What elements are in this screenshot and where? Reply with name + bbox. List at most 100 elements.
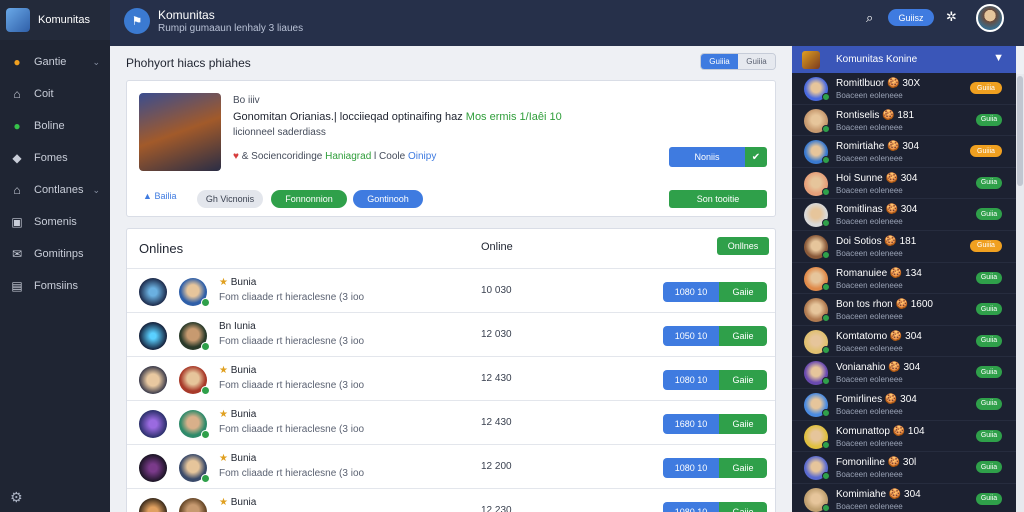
row-secondary-button[interactable]: Gaiie (719, 370, 767, 390)
list-item[interactable]: Romitlbuor 🍪 30X Boaceen eoleneee Guiiia (792, 73, 1016, 105)
table-row[interactable]: Bn Iunia Fom cliaade rt hieraclesne (3 io… (127, 313, 775, 357)
sidebar-brand-label: Komunitas (38, 14, 90, 26)
list-item[interactable]: Doi Sotios 🍪 181 Boaceen eoleneee Guiiia (792, 231, 1016, 263)
list-item[interactable]: Fomirlines 🍪 304 Boaceen eoleneee Guiia (792, 389, 1016, 421)
panel-item-name: Rontiselis 🍪 181 (836, 109, 915, 121)
table-row[interactable]: ★ BuniaFom cliaade rt hieraclesne (3 ioo… (127, 357, 775, 401)
row-secondary-button[interactable]: Gaiie (719, 282, 767, 302)
list-item[interactable]: Rontiselis 🍪 181 Boaceen eoleneee Guiia (792, 105, 1016, 137)
scrollbar-thumb[interactable] (1017, 76, 1023, 186)
featured-cta-button[interactable]: Son tooitie (669, 190, 767, 208)
row-secondary-button[interactable]: Gaiie (719, 502, 767, 512)
sidebar-brand[interactable]: Komunitas (0, 0, 110, 40)
featured-meta-d[interactable]: Oinipy (408, 151, 436, 162)
sidebar-item-5[interactable]: ▣ Somenis (0, 206, 110, 238)
table-row[interactable]: ★ BuniaFom cliaade rt hieraclesne (3 ioo… (127, 401, 775, 445)
panel-item-subtitle: Boaceen eoleneee (836, 122, 903, 132)
table-row[interactable]: ★ BuniaFom cliaade rt hieraclesne (3 ioo… (127, 489, 775, 512)
row-name-text: Bunia (230, 277, 257, 288)
list-item[interactable]: Komunattop 🍪 104 Boaceen eoleneee Guiia (792, 421, 1016, 453)
sidebar-item-4[interactable]: ⌂ Contlanes ⌄ (0, 174, 110, 206)
online-status-dot (201, 430, 210, 439)
chevron-down-icon[interactable]: ▼ (993, 52, 1004, 64)
panel-item-badge[interactable]: Guiia (976, 492, 1002, 505)
panel-item-badge[interactable]: Guiia (976, 334, 1002, 347)
avatar[interactable] (179, 498, 207, 512)
panel-item-badge[interactable]: Guiia (976, 176, 1002, 189)
panel-item-subtitle: Boaceen eoleneee (836, 501, 903, 511)
online-status-dot (201, 474, 210, 483)
list-item[interactable]: Hoi Sunne 🍪 304 Boaceen eoleneee Guiia (792, 168, 1016, 200)
check-icon[interactable]: ✔ (745, 147, 767, 167)
list-item[interactable]: Komimiahe 🍪 304 Boaceen eoleneee Guiia (792, 484, 1016, 512)
panel-item-badge[interactable]: Guiiia (970, 145, 1002, 158)
featured-link[interactable]: ▲ Bailia (143, 191, 176, 201)
row-primary-button[interactable]: 1680 10 (663, 414, 719, 434)
panel-item-badge[interactable]: Guiia (976, 208, 1002, 221)
row-primary-button[interactable]: 1080 10 (663, 502, 719, 512)
table-row[interactable]: ★ BuniaFom cliaade rt hieraclesne (3 ioo… (127, 269, 775, 313)
panel-item-subtitle: Boaceen eoleneee (836, 154, 903, 164)
row-description: Fom cliaade rt hieraclesne (3 ioo (219, 380, 365, 391)
featured-link-label: Bailia (154, 191, 177, 201)
header-button[interactable]: Guiisz (888, 9, 934, 26)
community-panel: Komunitas Konine ▼ Romitlbuor 🍪 30X Boace… (792, 46, 1016, 512)
online-status-dot (822, 472, 830, 481)
featured-headline: Gonomitan Orianias.| locciieqad optinaif… (233, 111, 562, 123)
panel-header[interactable]: Komunitas Konine ▼ (792, 46, 1016, 73)
sidebar-item-6[interactable]: ✉ Gomitinps (0, 238, 110, 270)
list-item[interactable]: Bon tos rhon 🍪 1600 Boaceen eoleneee Guiia (792, 294, 1016, 326)
featured-primary-button[interactable]: Noniis (669, 147, 745, 167)
panel-item-badge[interactable]: Guiiia (970, 82, 1002, 94)
game-icon (139, 410, 167, 438)
segment-second[interactable]: Guiiia (738, 54, 775, 69)
sidebar-item-2[interactable]: ● Boline (0, 110, 110, 142)
pill-gray[interactable]: Gh Vicnonis (197, 190, 263, 208)
sidebar-item-7[interactable]: ▤ Fomsiins (0, 270, 110, 302)
online-status-dot (822, 377, 830, 386)
row-name-text: Bunia (230, 409, 257, 420)
panel-item-badge[interactable]: Guiia (976, 303, 1002, 316)
sidebar-item-0[interactable]: ● Gantie ⌄ (0, 46, 110, 78)
featured-meta-b[interactable]: Haniagrad (325, 151, 371, 162)
table-row[interactable]: ★ BuniaFom cliaade rt hieraclesne (3 ioo… (127, 445, 775, 489)
sidebar-item-1[interactable]: ⌂ Coit (0, 78, 110, 110)
pill-green[interactable]: Fonnonnion (271, 190, 347, 208)
row-actions: 1080 10 Gaiie (663, 458, 767, 478)
pill-blue[interactable]: Gontinooh (353, 190, 423, 208)
sidebar-item-label: Coit (34, 88, 54, 100)
row-primary-button[interactable]: 1080 10 (663, 458, 719, 478)
row-name-text: Bn Iunia (219, 321, 256, 332)
panel-item-subtitle: Boaceen eoleneee (836, 470, 903, 480)
panel-item-badge[interactable]: Guiia (976, 271, 1002, 284)
sidebar-item-3[interactable]: ◆ Fomes (0, 142, 110, 174)
settings-icon[interactable]: ⚙ (10, 489, 23, 506)
list-item[interactable]: Romitlinas 🍪 304 Boaceen eoleneee Guiia (792, 199, 1016, 231)
row-secondary-button[interactable]: Gaiie (719, 414, 767, 434)
list-item[interactable]: Vonianahio 🍪 304 Boaceen eoleneee Guiia (792, 357, 1016, 389)
row-primary-button[interactable]: 1080 10 (663, 370, 719, 390)
game-icon (139, 366, 167, 394)
gear-icon[interactable]: ✲ (946, 9, 957, 25)
panel-item-badge[interactable]: Guiia (976, 113, 1002, 126)
row-primary-button[interactable]: 1050 10 (663, 326, 719, 346)
panel-item-badge[interactable]: Guiiia (970, 239, 1002, 252)
segment-first[interactable]: Guiiia (701, 54, 738, 69)
search-icon[interactable]: ⌕ (866, 10, 882, 26)
row-secondary-button[interactable]: Gaiie (719, 458, 767, 478)
panel-item-badge[interactable]: Guiia (976, 429, 1002, 442)
list-header-button[interactable]: Onllnes (717, 237, 769, 255)
list-item[interactable]: Romanuiee 🍪 134 Boaceen eoleneee Guiia (792, 263, 1016, 295)
row-secondary-button[interactable]: Gaiie (719, 326, 767, 346)
row-primary-button[interactable]: 1080 10 (663, 282, 719, 302)
user-avatar[interactable] (976, 4, 1004, 32)
page-scrollbar[interactable] (1016, 74, 1024, 512)
panel-item-badge[interactable]: Guiia (976, 461, 1002, 474)
list-item[interactable]: Komtatomo 🍪 304 Boaceen eoleneee Guiia (792, 326, 1016, 358)
panel-item-badge[interactable]: Guiia (976, 397, 1002, 410)
list-item[interactable]: Romirtiahe 🍪 304 Boaceen eoleneee Guiiia (792, 136, 1016, 168)
online-status-dot (822, 345, 830, 354)
list-item[interactable]: Fomoniline 🍪 30l Boaceen eoleneee Guiia (792, 452, 1016, 484)
main-content: Phohyort hiacs phiahes Guiiia Guiiia Bo … (110, 46, 792, 512)
panel-item-badge[interactable]: Guiia (976, 366, 1002, 379)
